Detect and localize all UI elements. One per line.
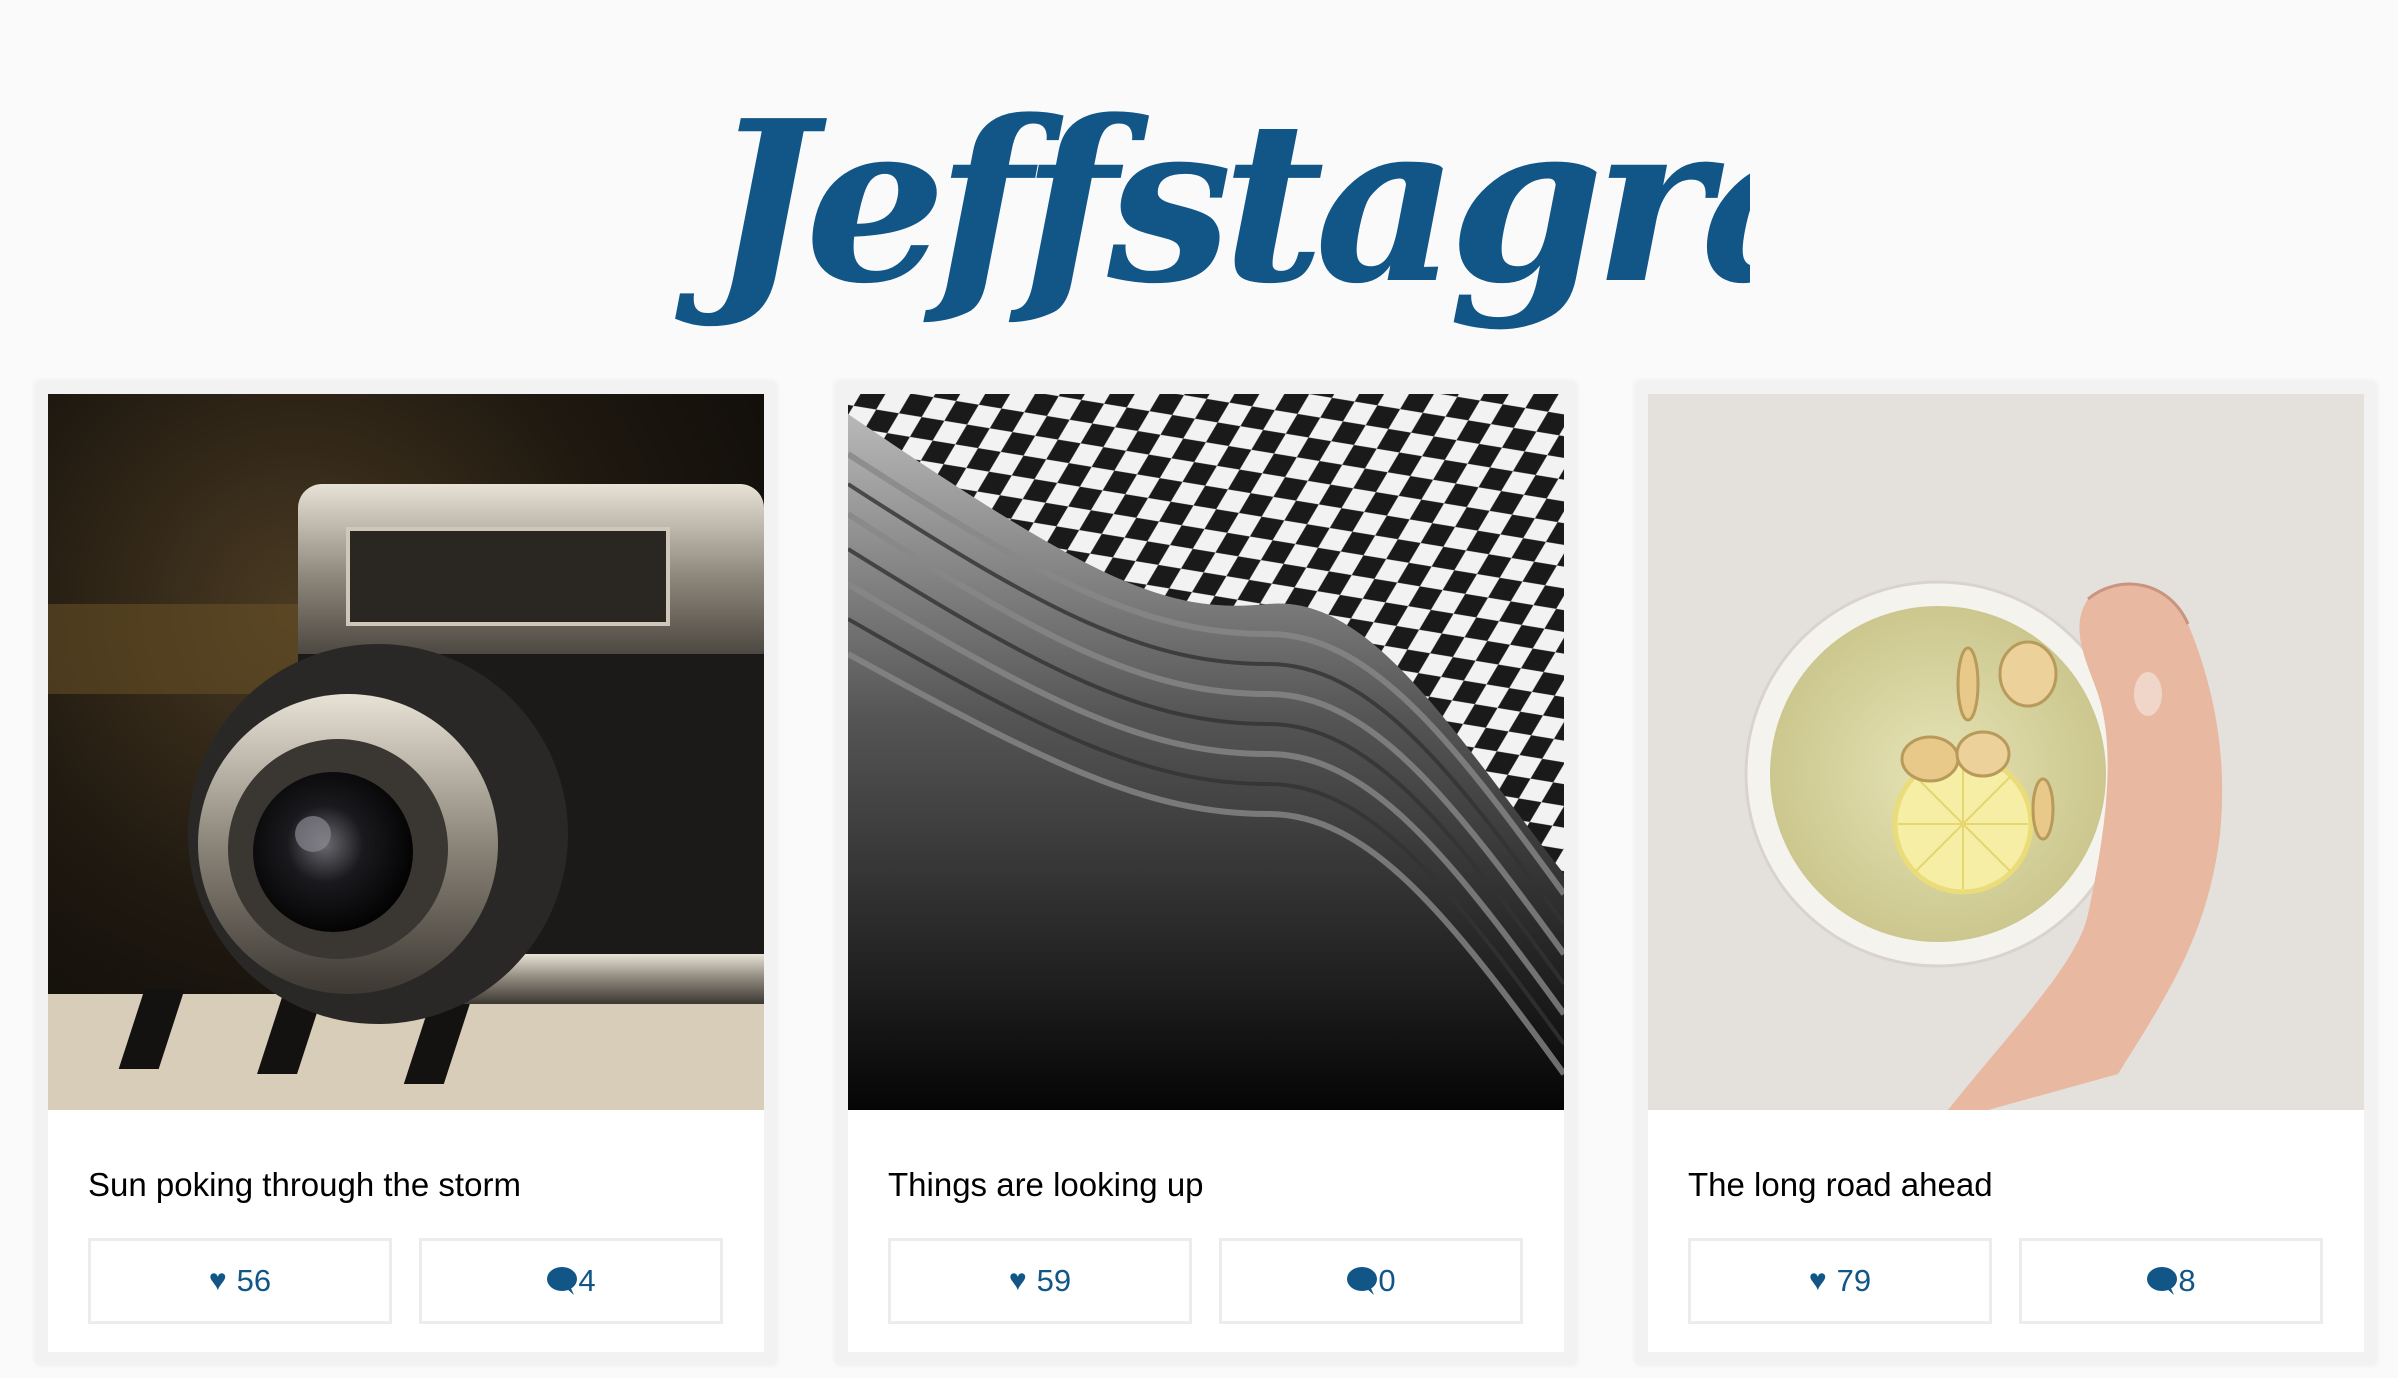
photo-card: Things are looking up ♥ 59 0 [836, 382, 1576, 1364]
photo-grid: Sun poking through the storm ♥ 56 4 Thin… [0, 382, 2398, 1378]
post-photo-tea[interactable] [1648, 394, 2364, 1110]
site-header: Jeffstagram! [0, 0, 2398, 372]
like-button[interactable]: ♥ 79 [1688, 1238, 1992, 1324]
comment-count: 8 [2178, 1263, 2196, 1298]
speech-bubble-icon [547, 1267, 578, 1295]
photo-card: The long road ahead ♥ 79 8 [1636, 382, 2376, 1364]
comment-count: 0 [1378, 1263, 1396, 1298]
speech-bubble-icon [1347, 1267, 1378, 1295]
photo-card: Sun poking through the storm ♥ 56 4 [36, 382, 776, 1364]
like-count: 59 [1036, 1263, 1072, 1298]
heart-icon: ♥ [208, 1264, 227, 1297]
post-caption: Sun poking through the storm [88, 1166, 521, 1203]
comment-button[interactable]: 8 [2019, 1238, 2323, 1324]
comment-count: 4 [578, 1263, 596, 1298]
comment-button[interactable]: 0 [1219, 1238, 1523, 1324]
vintage-camera-image [48, 394, 764, 1110]
comment-button[interactable]: 4 [419, 1238, 723, 1324]
like-count: 56 [236, 1263, 272, 1298]
lemon-tea-cup-image [1648, 394, 2364, 1110]
post-caption: Things are looking up [888, 1166, 1204, 1203]
post-caption: The long road ahead [1688, 1166, 1993, 1203]
post-photo-architecture[interactable] [848, 394, 1564, 1110]
heart-icon: ♥ [1008, 1264, 1027, 1297]
site-title: Jeffstagram! [675, 73, 1750, 333]
speech-bubble-icon [2147, 1267, 2178, 1295]
abstract-architecture-image [848, 394, 1564, 1110]
like-count: 79 [1836, 1263, 1872, 1298]
heart-icon: ♥ [1808, 1264, 1827, 1297]
post-photo-camera[interactable] [48, 394, 764, 1110]
site-logo[interactable]: Jeffstagram! [650, 30, 1750, 360]
like-button[interactable]: ♥ 59 [888, 1238, 1192, 1324]
like-button[interactable]: ♥ 56 [88, 1238, 392, 1324]
